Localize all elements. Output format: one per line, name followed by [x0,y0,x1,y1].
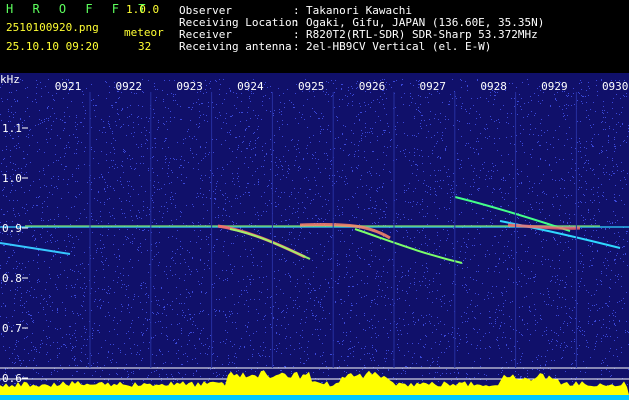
time-tick-label: 0924 [237,80,264,93]
header-panel: H R O F F T 1.0.0 2510100920.png meteor … [0,0,629,73]
info-sep: : [293,40,300,53]
freq-tick-label: 0.6 [2,372,22,385]
freq-tick-label: 1.0 [2,172,22,185]
info-label-antenna: Receiving antenna [179,40,292,53]
time-tick-label: 0928 [480,80,507,93]
level-base [0,395,629,400]
time-tick-label: 0922 [116,80,143,93]
freq-tick-label: 0.8 [2,272,22,285]
time-tick-label: 0930 [602,80,629,93]
spectrogram-plot: kHz 0921 0922 0923 0924 0925 0926 0927 0928 0929… [0,73,629,400]
meteor-count: 32 [138,40,152,53]
file-name: 2510100920.png [6,21,99,34]
app-version: 1.0.0 [126,3,160,16]
meteor-label: meteor [124,26,164,39]
time-tick-label: 0926 [359,80,386,93]
freq-tick-label: 0.9 [2,222,22,235]
spectrogram-background [0,73,629,400]
freq-tick-label: 0.7 [2,322,22,335]
freq-tick-label: 1.1 [2,122,22,135]
time-tick-label: 0923 [176,80,203,93]
time-tick-label: 0925 [298,80,325,93]
time-tick-label: 0927 [420,80,447,93]
time-tick-label: 0921 [55,80,82,93]
info-value-antenna: 2el-HB9CV Vertical (el. E-W) [306,40,492,53]
time-tick-label: 0929 [541,80,568,93]
date-time: 25.10.10 09:20 [6,40,99,53]
unit-label: kHz [0,73,20,86]
